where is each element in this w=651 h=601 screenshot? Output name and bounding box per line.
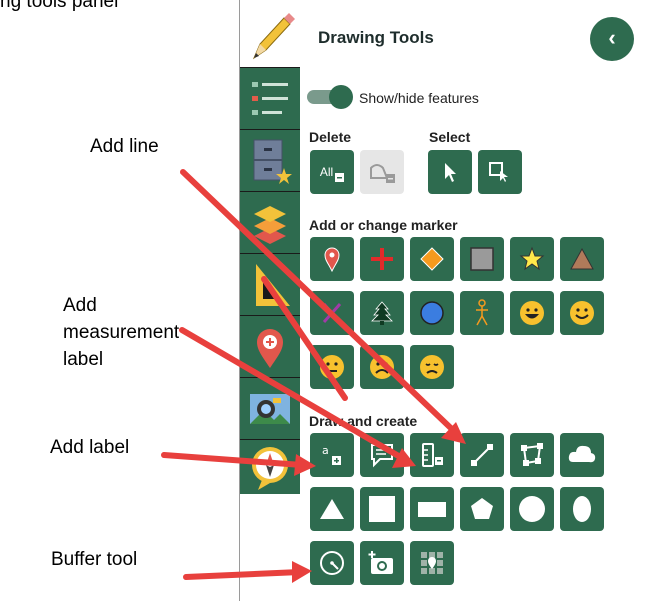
buffer-icon [320,551,344,575]
photo-icon[interactable] [240,377,300,440]
map-pin-plus-icon[interactable] [240,315,300,378]
draw-square-button[interactable] [360,487,404,531]
square-shape-icon [369,496,395,522]
marker-neutral-button[interactable] [310,345,354,389]
marker-diamond-button[interactable] [410,237,454,281]
legend-list-icon[interactable] [240,67,300,130]
add-label-button[interactable]: a [310,433,354,477]
add-comment-button[interactable] [360,433,404,477]
marker-disappointed-button[interactable] [410,345,454,389]
toggle-knob [329,85,353,109]
toggle-label: Show/hide features [359,90,479,106]
cabinet-star-icon[interactable] [240,129,300,192]
marker-pin-button[interactable] [310,237,354,281]
rectangle-shape-icon [418,502,446,517]
marker-x-button[interactable] [310,291,354,335]
arrow-buffer-tool [183,569,303,580]
polygon-edit-icon [521,443,543,466]
annotation-buffer-tool: Buffer tool [51,549,138,570]
marker-square-button[interactable] [460,237,504,281]
circle-marker-icon [420,301,444,325]
panel-title: Drawing Tools [318,28,434,47]
draw-rectangle-button[interactable] [410,487,454,531]
select-pointer-button[interactable] [428,150,472,194]
marker-tree-button[interactable] [360,291,404,335]
marker-star-button[interactable] [510,237,554,281]
pentagon-shape-icon [471,498,493,519]
draw-pentagon-button[interactable] [460,487,504,531]
smile-face-icon [570,301,594,325]
circle-shape-icon [519,496,545,522]
sad-face-icon [370,355,394,379]
annotation-add-line: Add line [90,136,159,157]
map-grid-pin-icon [421,552,443,574]
collapse-panel-button[interactable]: ‹ [590,17,634,61]
comment-icon [371,444,393,468]
marker-circle-button[interactable] [410,291,454,335]
star-marker-icon [519,246,545,271]
neutral-face-icon [320,355,344,379]
add-freehand-button[interactable] [560,433,604,477]
layers-icon[interactable] [240,191,300,254]
marker-grin-button[interactable] [510,291,554,335]
person-marker-icon [476,299,488,326]
marker-triangle-button[interactable] [560,237,604,281]
marker-person-button[interactable] [460,291,504,335]
pin-marker-icon [324,247,340,272]
delete-all-button[interactable]: All [310,150,354,194]
draw-ellipse-button[interactable] [560,487,604,531]
cloud-shape-icon [568,445,596,463]
tree-marker-icon [371,301,393,325]
triangle-marker-icon [570,247,594,270]
cross-marker-icon [371,248,393,270]
app-toolbar [240,0,300,494]
draw-triangle-button[interactable] [310,487,354,531]
compass-icon[interactable] [240,439,300,494]
marker-cross-button[interactable] [360,237,404,281]
annotation-add-label: Add label [50,437,130,458]
ellipse-shape-icon [573,496,591,522]
delete-all-label: All [319,165,334,179]
add-measurement-label-button[interactable] [410,433,454,477]
disappointed-face-icon [420,355,444,379]
delete-shape-icon [370,164,395,183]
add-line-button[interactable] [460,433,504,477]
section-marker-heading: Add or change marker [309,217,458,233]
ruler-triangle-icon[interactable] [240,253,300,316]
select-area-icon [489,162,508,182]
grin-face-icon [520,301,544,325]
triangle-shape-icon [320,499,344,519]
pencil-icon[interactable] [240,0,300,67]
square-marker-icon [470,247,494,271]
text-label-icon: a [322,444,341,465]
annotation-add-measurement-label: Add measurement label [63,295,180,370]
show-hide-features-toggle[interactable] [307,85,353,109]
svg-text:a: a [322,444,329,457]
pointer-icon [445,163,456,182]
diamond-marker-icon [420,247,444,271]
add-photo-button[interactable] [360,541,404,585]
marker-sad-button[interactable] [360,345,404,389]
line-icon [471,444,493,466]
measurement-label-icon [422,443,443,467]
add-polygon-button[interactable] [510,433,554,477]
marker-smile-button[interactable] [560,291,604,335]
draw-circle-button[interactable] [510,487,554,531]
delete-selected-button[interactable] [360,150,404,194]
x-marker-icon [322,303,342,323]
buffer-tool-button[interactable] [310,541,354,585]
section-delete-heading: Delete [309,129,352,145]
drawing-tools-panel: Drawing Tools ‹ Show/hide features Delet… [300,0,651,601]
select-area-button[interactable] [478,150,522,194]
section-select-heading: Select [429,129,471,145]
minus-square-icon [335,172,345,182]
camera-plus-icon [368,551,393,574]
section-draw-heading: Draw and create [309,413,418,429]
map-grid-button[interactable] [410,541,454,585]
cropped-caption: ng tools panel [0,0,119,12]
